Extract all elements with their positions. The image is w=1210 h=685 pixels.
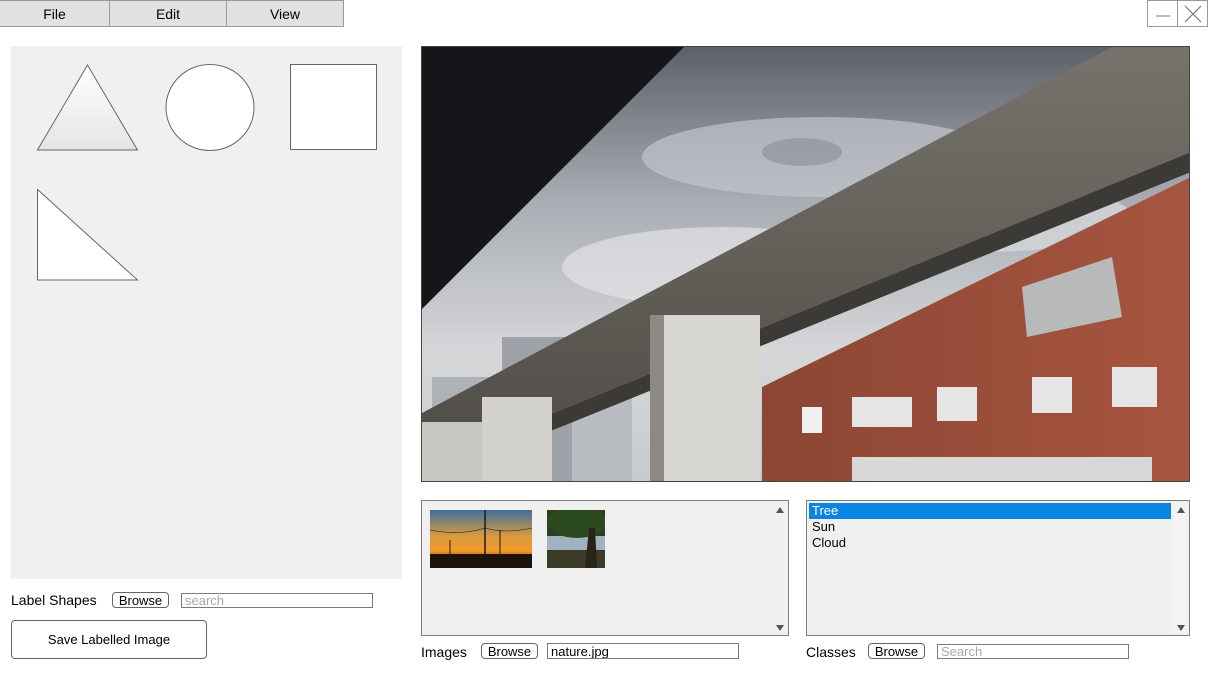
building-photo — [422, 47, 1189, 481]
close-icon — [1184, 5, 1201, 22]
classes-list[interactable]: Tree Sun Cloud — [806, 500, 1190, 636]
classes-search-input[interactable] — [937, 644, 1129, 659]
triangle-shape[interactable] — [36, 64, 140, 152]
images-scroll-up-icon[interactable] — [776, 507, 784, 513]
minimize-button[interactable] — [1147, 0, 1178, 27]
main-image-canvas[interactable] — [421, 46, 1190, 482]
thumbnail-sunset[interactable] — [430, 510, 532, 568]
classes-label: Classes — [806, 644, 856, 660]
right-triangle-shape[interactable] — [36, 188, 140, 282]
close-button[interactable] — [1177, 0, 1208, 27]
label-shapes-label: Label Shapes — [11, 592, 97, 608]
shape-palette — [11, 46, 402, 579]
class-item-sun[interactable]: Sun — [809, 519, 1171, 535]
circle-shape[interactable] — [165, 63, 257, 153]
images-filename-input[interactable] — [547, 643, 739, 659]
images-label: Images — [421, 644, 467, 660]
menu-view[interactable]: View — [226, 0, 344, 27]
classes-scrollbar[interactable] — [1172, 502, 1188, 634]
label-shapes-browse-button[interactable]: Browse — [112, 592, 169, 608]
menu-file[interactable]: File — [0, 0, 110, 27]
minimize-icon — [1155, 15, 1170, 16]
class-item-cloud[interactable]: Cloud — [809, 535, 1171, 551]
images-scroll-down-icon[interactable] — [776, 625, 784, 631]
images-list[interactable] — [421, 500, 789, 636]
square-shape[interactable] — [289, 63, 379, 152]
label-shapes-search-input[interactable] — [181, 593, 373, 608]
save-labelled-image-button[interactable]: Save Labelled Image — [11, 620, 207, 659]
thumbnail-tree[interactable] — [547, 510, 605, 568]
class-item-tree[interactable]: Tree — [809, 503, 1171, 519]
menu-edit[interactable]: Edit — [109, 0, 227, 27]
classes-scroll-down-icon[interactable] — [1177, 625, 1185, 631]
classes-browse-button[interactable]: Browse — [868, 643, 925, 659]
images-browse-button[interactable]: Browse — [481, 643, 538, 659]
classes-scroll-up-icon[interactable] — [1177, 507, 1185, 513]
